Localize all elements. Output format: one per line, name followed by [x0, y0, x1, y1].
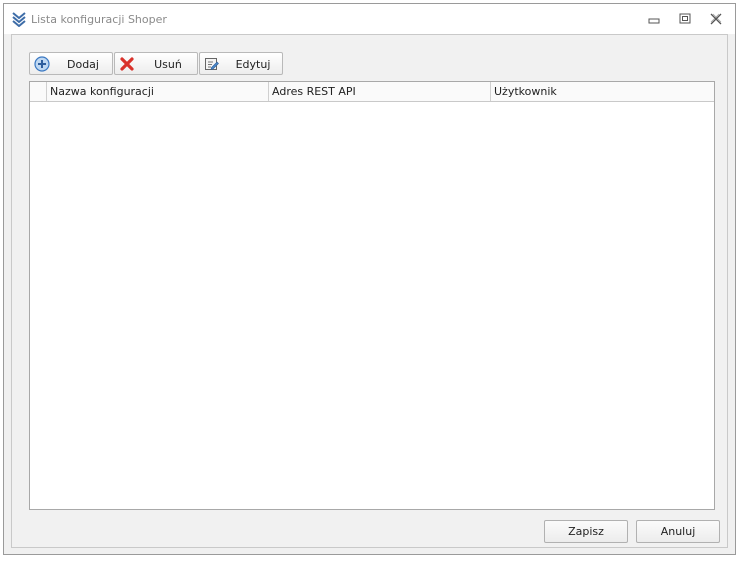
edit-button-label: Edytuj: [235, 58, 271, 71]
column-header-user[interactable]: Użytkownik: [491, 82, 714, 101]
delete-button-label: Usuń: [154, 58, 182, 71]
dialog-content: Dodaj Usuń Edytuj Nazwa konfiguracji Adr…: [11, 34, 728, 548]
minimize-icon[interactable]: [646, 12, 662, 26]
edit-button[interactable]: Edytuj: [199, 52, 283, 75]
configuration-grid[interactable]: Nazwa konfiguracji Adres REST API Użytko…: [29, 81, 715, 510]
delete-button[interactable]: Usuń: [114, 52, 198, 75]
restore-icon[interactable]: [677, 12, 693, 26]
edit-document-icon: [204, 56, 220, 72]
column-header-name[interactable]: Nazwa konfiguracji: [47, 82, 269, 101]
close-icon[interactable]: [708, 12, 724, 26]
grid-body[interactable]: [30, 102, 714, 509]
red-x-icon: [119, 56, 135, 72]
title-bar[interactable]: Lista konfiguracji Shoper: [4, 4, 735, 34]
cancel-button[interactable]: Anuluj: [636, 520, 720, 543]
save-button[interactable]: Zapisz: [544, 520, 628, 543]
grid-header: Nazwa konfiguracji Adres REST API Użytko…: [30, 82, 714, 102]
row-indicator-header: [30, 82, 47, 101]
add-button-label: Dodaj: [67, 58, 99, 71]
app-chevrons-icon: [11, 11, 27, 28]
add-circle-icon: [34, 56, 50, 72]
dialog-window: Lista konfiguracji Shoper Dodaj Usuń Edy…: [3, 3, 736, 555]
column-header-rest-api[interactable]: Adres REST API: [269, 82, 491, 101]
window-title: Lista konfiguracji Shoper: [31, 13, 167, 26]
add-button[interactable]: Dodaj: [29, 52, 113, 75]
